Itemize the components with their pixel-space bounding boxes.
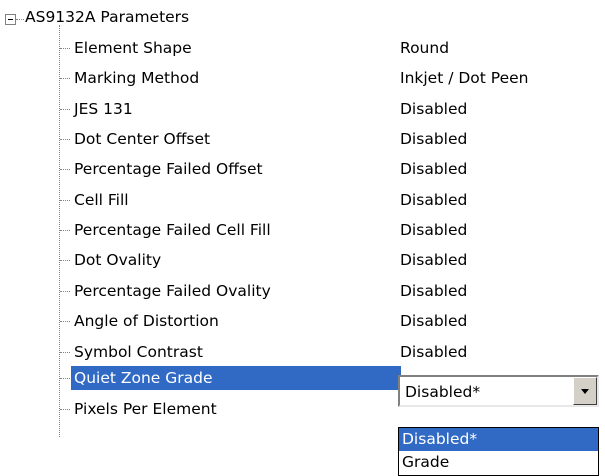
tree-connector-line (60, 352, 70, 353)
parameter-name: Angle of Distortion (74, 312, 219, 330)
parameter-name: Cell Fill (74, 191, 129, 209)
tree-row-element-shape[interactable]: Element Shape Round (0, 35, 605, 61)
parameter-value: Round (400, 39, 450, 57)
parameter-name: Marking Method (74, 69, 200, 87)
parameter-name: Dot Center Offset (74, 130, 211, 148)
tree-connector-line (60, 321, 70, 322)
tree-row-dot-center-offset[interactable]: Dot Center Offset Disabled (0, 126, 605, 152)
tree-connector-line (60, 48, 70, 49)
parameter-name: Element Shape (74, 39, 192, 57)
collapse-icon[interactable] (5, 14, 16, 25)
tree-connector-line (60, 378, 70, 379)
tree-connector-line (60, 291, 70, 292)
tree-connector-line (60, 409, 70, 410)
tree-row-percentage-failed-offset[interactable]: Percentage Failed Offset Disabled (0, 156, 605, 182)
parameter-name: Percentage Failed Ovality (74, 282, 271, 300)
chevron-down-icon (581, 389, 589, 394)
parameter-value: Disabled (400, 312, 468, 330)
parameter-name: Percentage Failed Cell Fill (74, 221, 271, 239)
tree-row-dot-ovality[interactable]: Dot Ovality Disabled (0, 247, 605, 273)
parameter-name: Dot Ovality (74, 251, 162, 269)
tree-connector-line (16, 19, 24, 20)
tree-root-label[interactable]: AS9132A Parameters (25, 6, 189, 28)
dropdown-option-disabled[interactable]: Disabled* (399, 428, 598, 451)
tree-row-marking-method[interactable]: Marking Method Inkjet / Dot Peen (0, 65, 605, 91)
tree-row-jes-131[interactable]: JES 131 Disabled (0, 96, 605, 122)
tree-connector-line (60, 260, 70, 261)
parameter-value: Disabled (400, 282, 468, 300)
parameter-value: Inkjet / Dot Peen (400, 69, 529, 87)
dropdown-list: Disabled* Grade (398, 427, 599, 476)
parameter-name: Percentage Failed Offset (74, 160, 263, 178)
parameter-value: Disabled (400, 251, 468, 269)
parameter-name: JES 131 (74, 100, 133, 118)
parameter-name: Symbol Contrast (74, 343, 203, 361)
dropdown-button[interactable] (573, 377, 597, 405)
parameter-name: Pixels Per Element (74, 400, 217, 418)
parameter-value: Disabled (400, 191, 468, 209)
tree-row-percentage-failed-cell-fill[interactable]: Percentage Failed Cell Fill Disabled (0, 217, 605, 243)
parameter-value: Disabled (400, 343, 468, 361)
parameter-value: Disabled (400, 160, 468, 178)
tree-row-angle-of-distortion[interactable]: Angle of Distortion Disabled (0, 308, 605, 334)
tree-row-symbol-contrast[interactable]: Symbol Contrast Disabled (0, 339, 605, 365)
tree-connector-line (60, 200, 70, 201)
tree-connector-line (60, 230, 70, 231)
parameter-value: Disabled (400, 130, 468, 148)
tree-row-percentage-failed-ovality[interactable]: Percentage Failed Ovality Disabled (0, 278, 605, 304)
tree-connector-line (60, 78, 70, 79)
parameter-value: Disabled (400, 221, 468, 239)
tree-connector-line (60, 139, 70, 140)
select-current-value: Disabled* (405, 383, 481, 401)
tree-connector-line (60, 109, 70, 110)
parameter-name: Quiet Zone Grade (71, 366, 401, 390)
quiet-zone-grade-select[interactable]: Disabled* (398, 375, 599, 407)
dropdown-option-grade[interactable]: Grade (399, 451, 598, 474)
tree-row-cell-fill[interactable]: Cell Fill Disabled (0, 187, 605, 213)
tree-connector-line (60, 169, 70, 170)
parameter-value: Disabled (400, 100, 468, 118)
